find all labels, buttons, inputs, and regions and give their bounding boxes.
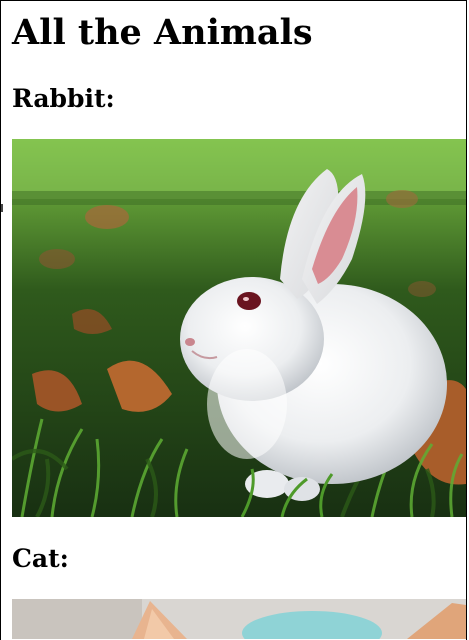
cat-image: [12, 599, 466, 639]
page-frame: All the Animals Rabbit: Cat:: [0, 0, 467, 640]
cat-heading: Cat:: [12, 544, 69, 573]
rabbit-image: [12, 139, 466, 517]
window-edge-marker: [1, 204, 3, 212]
page-title: All the Animals: [12, 12, 313, 53]
rabbit-heading: Rabbit:: [12, 84, 115, 113]
